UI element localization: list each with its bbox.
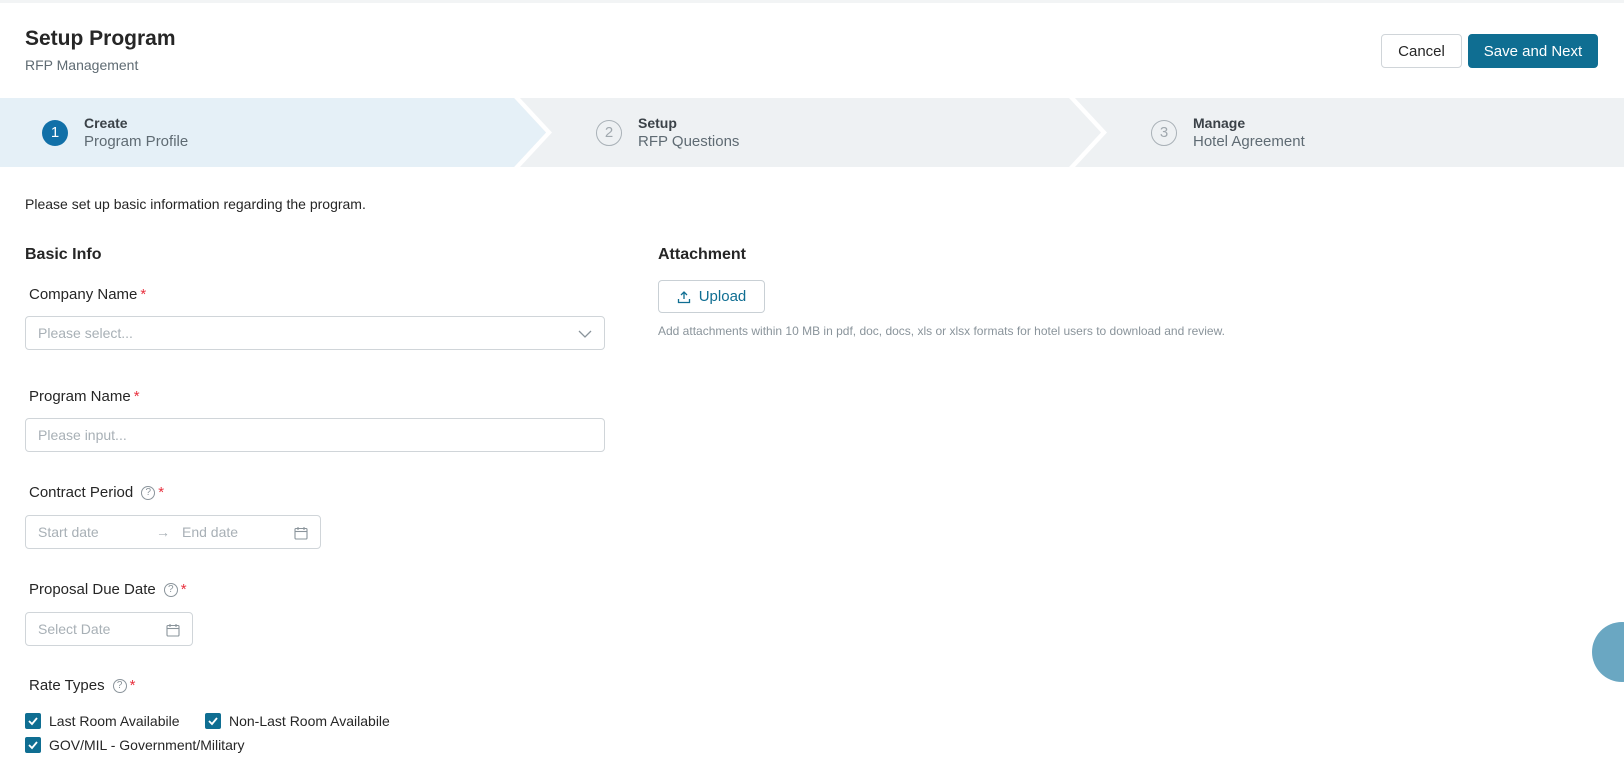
step-number-badge: 2 bbox=[596, 119, 622, 146]
attachment-heading: Attachment bbox=[658, 246, 747, 263]
upload-label: Upload bbox=[698, 288, 747, 305]
select-placeholder: Please select... bbox=[38, 325, 133, 341]
company-name-select[interactable]: Please select... bbox=[25, 316, 605, 350]
start-date-placeholder[interactable]: Start date bbox=[38, 524, 156, 540]
proposal-due-date-label: Proposal Due Date ? * bbox=[29, 581, 187, 598]
required-mark: * bbox=[129, 677, 136, 694]
help-icon[interactable]: ? bbox=[141, 485, 156, 500]
field-label-text: Company Name bbox=[29, 286, 138, 303]
step-divider-icon bbox=[1069, 98, 1107, 167]
step-number-badge: 1 bbox=[42, 119, 68, 146]
step-manage[interactable]: 3 Manage Hotel Agreement bbox=[1151, 98, 1305, 167]
step-subtitle: Hotel Agreement bbox=[1193, 132, 1305, 150]
checkbox-label: GOV/MIL - Government/Military bbox=[49, 737, 245, 753]
required-mark: * bbox=[133, 388, 140, 405]
checkbox-checked-icon[interactable] bbox=[205, 713, 221, 729]
calendar-icon bbox=[294, 527, 308, 540]
proposal-due-date-picker[interactable]: Select Date bbox=[25, 612, 193, 646]
upload-button[interactable]: Upload bbox=[658, 280, 765, 313]
checkbox-label: Last Room Availabile bbox=[49, 713, 180, 729]
step-subtitle: Program Profile bbox=[84, 132, 189, 150]
rate-type-option-gov-mil[interactable]: GOV/MIL - Government/Military bbox=[25, 737, 245, 753]
upload-icon bbox=[677, 290, 690, 303]
required-mark: * bbox=[140, 286, 147, 303]
step-setup[interactable]: 2 Setup RFP Questions bbox=[596, 98, 739, 167]
page-subtitle: RFP Management bbox=[25, 57, 139, 73]
help-icon[interactable]: ? bbox=[163, 582, 178, 597]
step-title: Setup bbox=[638, 114, 677, 131]
rate-types-label: Rate Types ? * bbox=[29, 677, 135, 694]
required-mark: * bbox=[158, 484, 165, 501]
range-arrow-icon: → bbox=[156, 524, 170, 540]
upload-hint-text: Add attachments within 10 MB in pdf, doc… bbox=[658, 324, 1225, 338]
checkbox-label: Non-Last Room Availabile bbox=[229, 713, 390, 729]
field-label-text: Rate Types bbox=[29, 677, 105, 694]
field-label-text: Proposal Due Date bbox=[29, 581, 156, 598]
cancel-button[interactable]: Cancel bbox=[1381, 34, 1462, 68]
input-placeholder: Please input... bbox=[38, 427, 127, 443]
field-label-text: Contract Period bbox=[29, 484, 134, 501]
field-label-text: Program Name bbox=[29, 388, 131, 405]
step-title: Manage bbox=[1193, 114, 1246, 131]
floating-help-button[interactable] bbox=[1592, 622, 1624, 682]
program-name-input[interactable]: Please input... bbox=[25, 418, 605, 452]
date-placeholder: Select Date bbox=[38, 621, 111, 637]
company-name-label: Company Name * bbox=[29, 286, 146, 303]
rate-type-option-non-lra[interactable]: Non-Last Room Availabile bbox=[205, 713, 390, 729]
progress-steps: 1 Create Program Profile 2 Setup RFP Que… bbox=[0, 98, 1624, 167]
basic-info-heading: Basic Info bbox=[25, 246, 102, 263]
step-divider-icon bbox=[514, 98, 552, 167]
step-subtitle: RFP Questions bbox=[638, 132, 740, 150]
end-date-placeholder[interactable]: End date bbox=[182, 524, 238, 540]
rate-type-option-lra[interactable]: Last Room Availabile bbox=[25, 713, 179, 729]
step-create[interactable]: 1 Create Program Profile bbox=[42, 98, 188, 167]
page-header: Setup Program RFP Management Cancel Save… bbox=[0, 0, 1624, 98]
step-title: Create bbox=[84, 114, 128, 131]
program-name-label: Program Name * bbox=[29, 388, 140, 405]
contract-period-range-picker[interactable]: Start date → End date bbox=[25, 515, 321, 549]
chevron-down-icon bbox=[578, 330, 592, 338]
page-title: Setup Program bbox=[25, 27, 176, 50]
help-icon[interactable]: ? bbox=[112, 678, 127, 693]
checkbox-checked-icon[interactable] bbox=[25, 713, 41, 729]
contract-period-label: Contract Period ? * bbox=[29, 484, 164, 501]
save-and-next-button[interactable]: Save and Next bbox=[1468, 34, 1598, 68]
calendar-icon bbox=[166, 624, 180, 637]
checkbox-checked-icon[interactable] bbox=[25, 737, 41, 753]
intro-text: Please set up basic information regardin… bbox=[25, 196, 366, 212]
step-number-badge: 3 bbox=[1151, 119, 1177, 146]
required-mark: * bbox=[180, 581, 187, 598]
